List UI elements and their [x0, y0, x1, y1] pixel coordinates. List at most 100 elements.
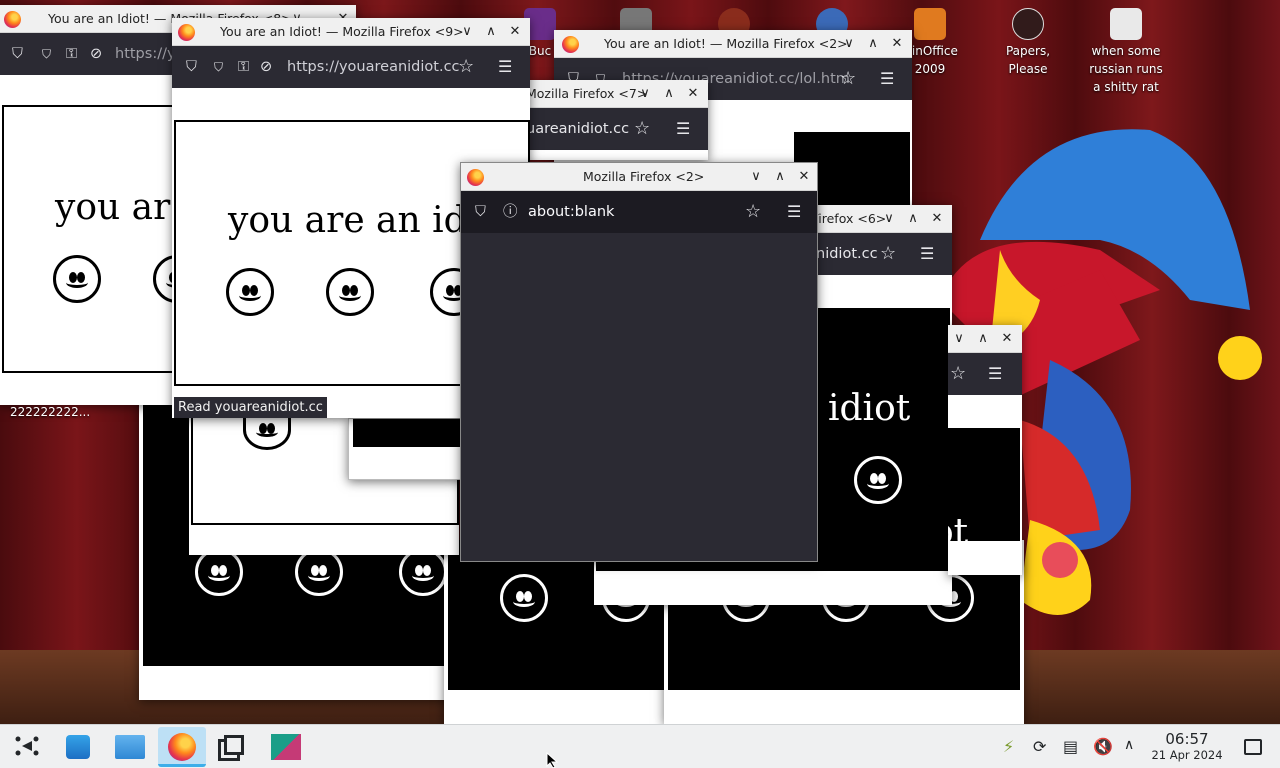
title-bar[interactable]: ∨ ∧ ✕	[948, 325, 1022, 353]
task-file-manager[interactable]	[106, 727, 154, 767]
launcher-icon	[15, 736, 39, 756]
lock-icon: ⛉	[214, 60, 224, 74]
clock-time[interactable]: 06:57	[1150, 730, 1224, 748]
shield-icon[interactable]: ⛉	[186, 46, 197, 88]
app-menu-icon[interactable]: ☰	[988, 353, 1002, 395]
network-icon[interactable]: ⚡	[1003, 737, 1023, 757]
task-window-switcher[interactable]	[210, 727, 258, 767]
maximize-button[interactable]: ∧	[769, 163, 791, 191]
smiley-icon	[295, 548, 343, 596]
firefox-icon	[178, 24, 195, 41]
minimize-button[interactable]: ∨	[745, 163, 767, 191]
taskbar: ⚡ ⟳ ▤ 🔇 ∧ 06:57 21 Apr 2024	[0, 724, 1280, 768]
maximize-button[interactable]: ∧	[658, 80, 680, 108]
smiley-icon	[195, 548, 243, 596]
window-title: Mozilla Firefox <7>	[530, 86, 648, 101]
task-discover[interactable]	[54, 727, 102, 767]
close-button[interactable]: ✕	[504, 18, 526, 46]
bookmark-star-icon[interactable]: ☆	[950, 353, 966, 395]
url-field[interactable]: about:blank	[528, 191, 614, 233]
clipboard-icon[interactable]: ▤	[1063, 737, 1083, 757]
window-title: Firefox <6>	[812, 211, 887, 226]
papers-please-icon	[1012, 8, 1044, 40]
maximize-button[interactable]: ∧	[480, 18, 502, 46]
idiot-heading-2: ot	[948, 512, 969, 553]
shield-icon[interactable]: ⛉	[12, 33, 23, 75]
minimize-button[interactable]: ∨	[456, 18, 478, 46]
smiley-icon	[854, 456, 902, 504]
lock-icon: ⛉	[42, 47, 52, 61]
nav-bar: uareanidiot.cc ☆ ☰	[530, 108, 708, 150]
info-icon[interactable]: ⓘ	[503, 191, 518, 233]
close-button[interactable]: ✕	[996, 325, 1018, 353]
smiley-icon	[326, 268, 374, 316]
bookmark-star-icon[interactable]: ☆	[458, 46, 474, 88]
tracking-icon[interactable]: ⚿	[66, 33, 77, 75]
title-bar[interactable]: Mozilla Firefox <7> ∨ ∧ ✕	[530, 80, 708, 108]
app-menu-icon[interactable]: ☰	[920, 233, 934, 275]
window-title: Mozilla Firefox <2>	[583, 169, 705, 184]
url-field[interactable]: uareanidiot.cc	[530, 108, 629, 150]
application-launcher[interactable]	[2, 727, 50, 767]
url-field[interactable]: https://youareanidiot.cc	[287, 46, 460, 88]
maximize-button[interactable]: ∧	[902, 205, 924, 233]
minimize-button[interactable]: ∨	[634, 80, 656, 108]
smiley-icon	[53, 255, 101, 303]
popup-window-small	[348, 418, 468, 480]
minimize-button[interactable]: ∨	[948, 325, 970, 353]
task-firefox[interactable]	[158, 727, 206, 767]
app-menu-icon[interactable]: ☰	[880, 58, 894, 100]
shopping-bag-icon	[66, 735, 90, 759]
app-menu-icon[interactable]: ☰	[787, 191, 801, 233]
volume-muted-icon[interactable]: 🔇	[1093, 737, 1113, 757]
video-file-icon	[1110, 8, 1142, 40]
firefox-icon	[467, 169, 484, 186]
camera-blocked-icon[interactable]: ⊘	[90, 33, 102, 75]
show-desktop-icon[interactable]	[1244, 739, 1262, 755]
bookmark-star-icon[interactable]: ☆	[634, 108, 650, 150]
smiley-icon	[500, 574, 548, 622]
firefox-icon	[4, 11, 21, 28]
maximize-button[interactable]: ∧	[862, 30, 884, 58]
maximize-button[interactable]: ∧	[972, 325, 994, 353]
firefox-icon	[562, 36, 579, 53]
idiot-heading: idiot	[828, 388, 911, 429]
window-title: You are an Idiot! — Mozilla Firefox <9>	[220, 24, 464, 39]
title-bar[interactable]: Mozilla Firefox <2> ∨ ∧ ✕	[461, 163, 817, 191]
clock-date[interactable]: 21 Apr 2024	[1148, 748, 1226, 762]
firefox-window-about-blank[interactable]: Mozilla Firefox <2> ∨ ∧ ✕ ⛉ ⓘ about:blan…	[460, 162, 818, 562]
shield-icon[interactable]: ⛉	[475, 191, 486, 233]
minimize-button[interactable]: ∨	[838, 30, 860, 58]
firefox-window-partial[interactable]: ∨ ∧ ✕ ☆ ☰ ot	[948, 325, 1022, 575]
app-menu-icon[interactable]: ☰	[498, 46, 512, 88]
close-button[interactable]: ✕	[682, 80, 704, 108]
folder-icon	[115, 735, 145, 759]
url-field[interactable]: nidiot.cc	[816, 233, 878, 275]
desktop-icon-papers-please[interactable]: Papers, Please	[988, 8, 1068, 78]
tracking-icon[interactable]: ⚿	[238, 46, 249, 88]
app-icon	[271, 734, 301, 760]
title-bar[interactable]: You are an Idiot! — Mozilla Firefox <2> …	[554, 30, 912, 58]
url-field[interactable]: https://y	[115, 33, 176, 75]
camera-blocked-icon[interactable]: ⊘	[260, 46, 272, 88]
task-app[interactable]	[262, 727, 310, 767]
close-button[interactable]: ✕	[886, 30, 908, 58]
firefox-window-7[interactable]: Mozilla Firefox <7> ∨ ∧ ✕ uareanidiot.cc…	[530, 80, 708, 160]
mouse-cursor-icon	[546, 752, 559, 768]
black-page-area: ot	[948, 428, 1020, 553]
firefox-icon	[168, 733, 196, 761]
winoffice-icon	[914, 8, 946, 40]
close-button[interactable]: ✕	[793, 163, 815, 191]
chevron-up-icon[interactable]: ∧	[1124, 737, 1144, 757]
app-menu-icon[interactable]: ☰	[676, 108, 690, 150]
desktop-icon-russian-rat[interactable]: when some russian runs a shitty rat	[1086, 8, 1166, 96]
smiley-icon	[226, 268, 274, 316]
title-bar[interactable]: You are an Idiot! — Mozilla Firefox <9> …	[172, 18, 530, 46]
minimize-button[interactable]: ∨	[878, 205, 900, 233]
bookmark-star-icon[interactable]: ☆	[840, 58, 856, 100]
bookmark-star-icon[interactable]: ☆	[745, 191, 761, 233]
close-button[interactable]: ✕	[926, 205, 948, 233]
desktop: Buc winOffice 2009 Papers, Please when s…	[0, 0, 1280, 724]
bookmark-star-icon[interactable]: ☆	[880, 233, 896, 275]
update-icon[interactable]: ⟳	[1033, 737, 1053, 757]
